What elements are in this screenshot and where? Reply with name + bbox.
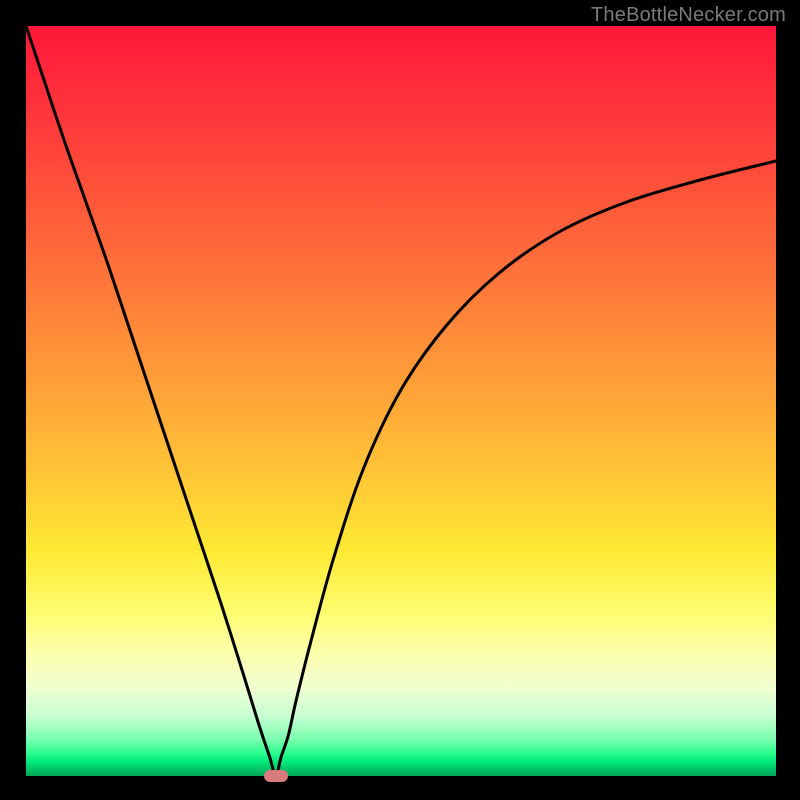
bottleneck-curve xyxy=(26,26,776,776)
watermark-text: TheBottleNecker.com xyxy=(591,4,786,27)
plot-area xyxy=(26,26,776,776)
curve-svg xyxy=(26,26,776,776)
optimal-marker xyxy=(264,770,288,782)
chart-stage: TheBottleNecker.com xyxy=(0,0,800,800)
